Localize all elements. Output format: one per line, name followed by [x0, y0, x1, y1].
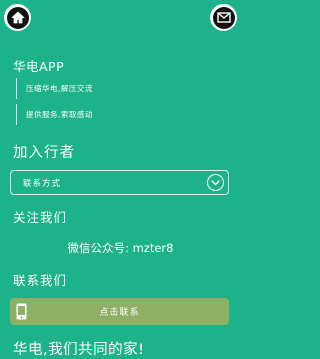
contact-button-label: 点击联系	[99, 308, 140, 318]
mail-button[interactable]	[210, 4, 237, 31]
top-bar	[0, 0, 241, 34]
mail-icon	[216, 12, 231, 23]
app-name: 华电APP	[13, 59, 65, 74]
contact-method-select-value: 联系方式	[23, 178, 62, 189]
contact-method-select[interactable]: 联系方式	[10, 170, 229, 195]
contact-button[interactable]: 点击联系	[10, 298, 229, 325]
slogan-line-2: 提供服务,索取感动	[16, 104, 136, 125]
follow-section-title: 关注我们	[13, 210, 68, 225]
wechat-account-text: 微信公众号: mzter8	[67, 241, 174, 255]
contact-section-title: 联系我们	[13, 273, 68, 288]
home-icon	[11, 11, 24, 24]
footer-tagline: 华电,我们共同的家!	[13, 342, 145, 358]
join-section-title: 加入行者	[13, 145, 75, 161]
chevron-down-icon	[207, 174, 224, 191]
slogan-line-1: 压缩华电,解压交流	[16, 78, 136, 99]
home-button[interactable]	[4, 4, 31, 31]
phone-icon	[16, 303, 27, 320]
